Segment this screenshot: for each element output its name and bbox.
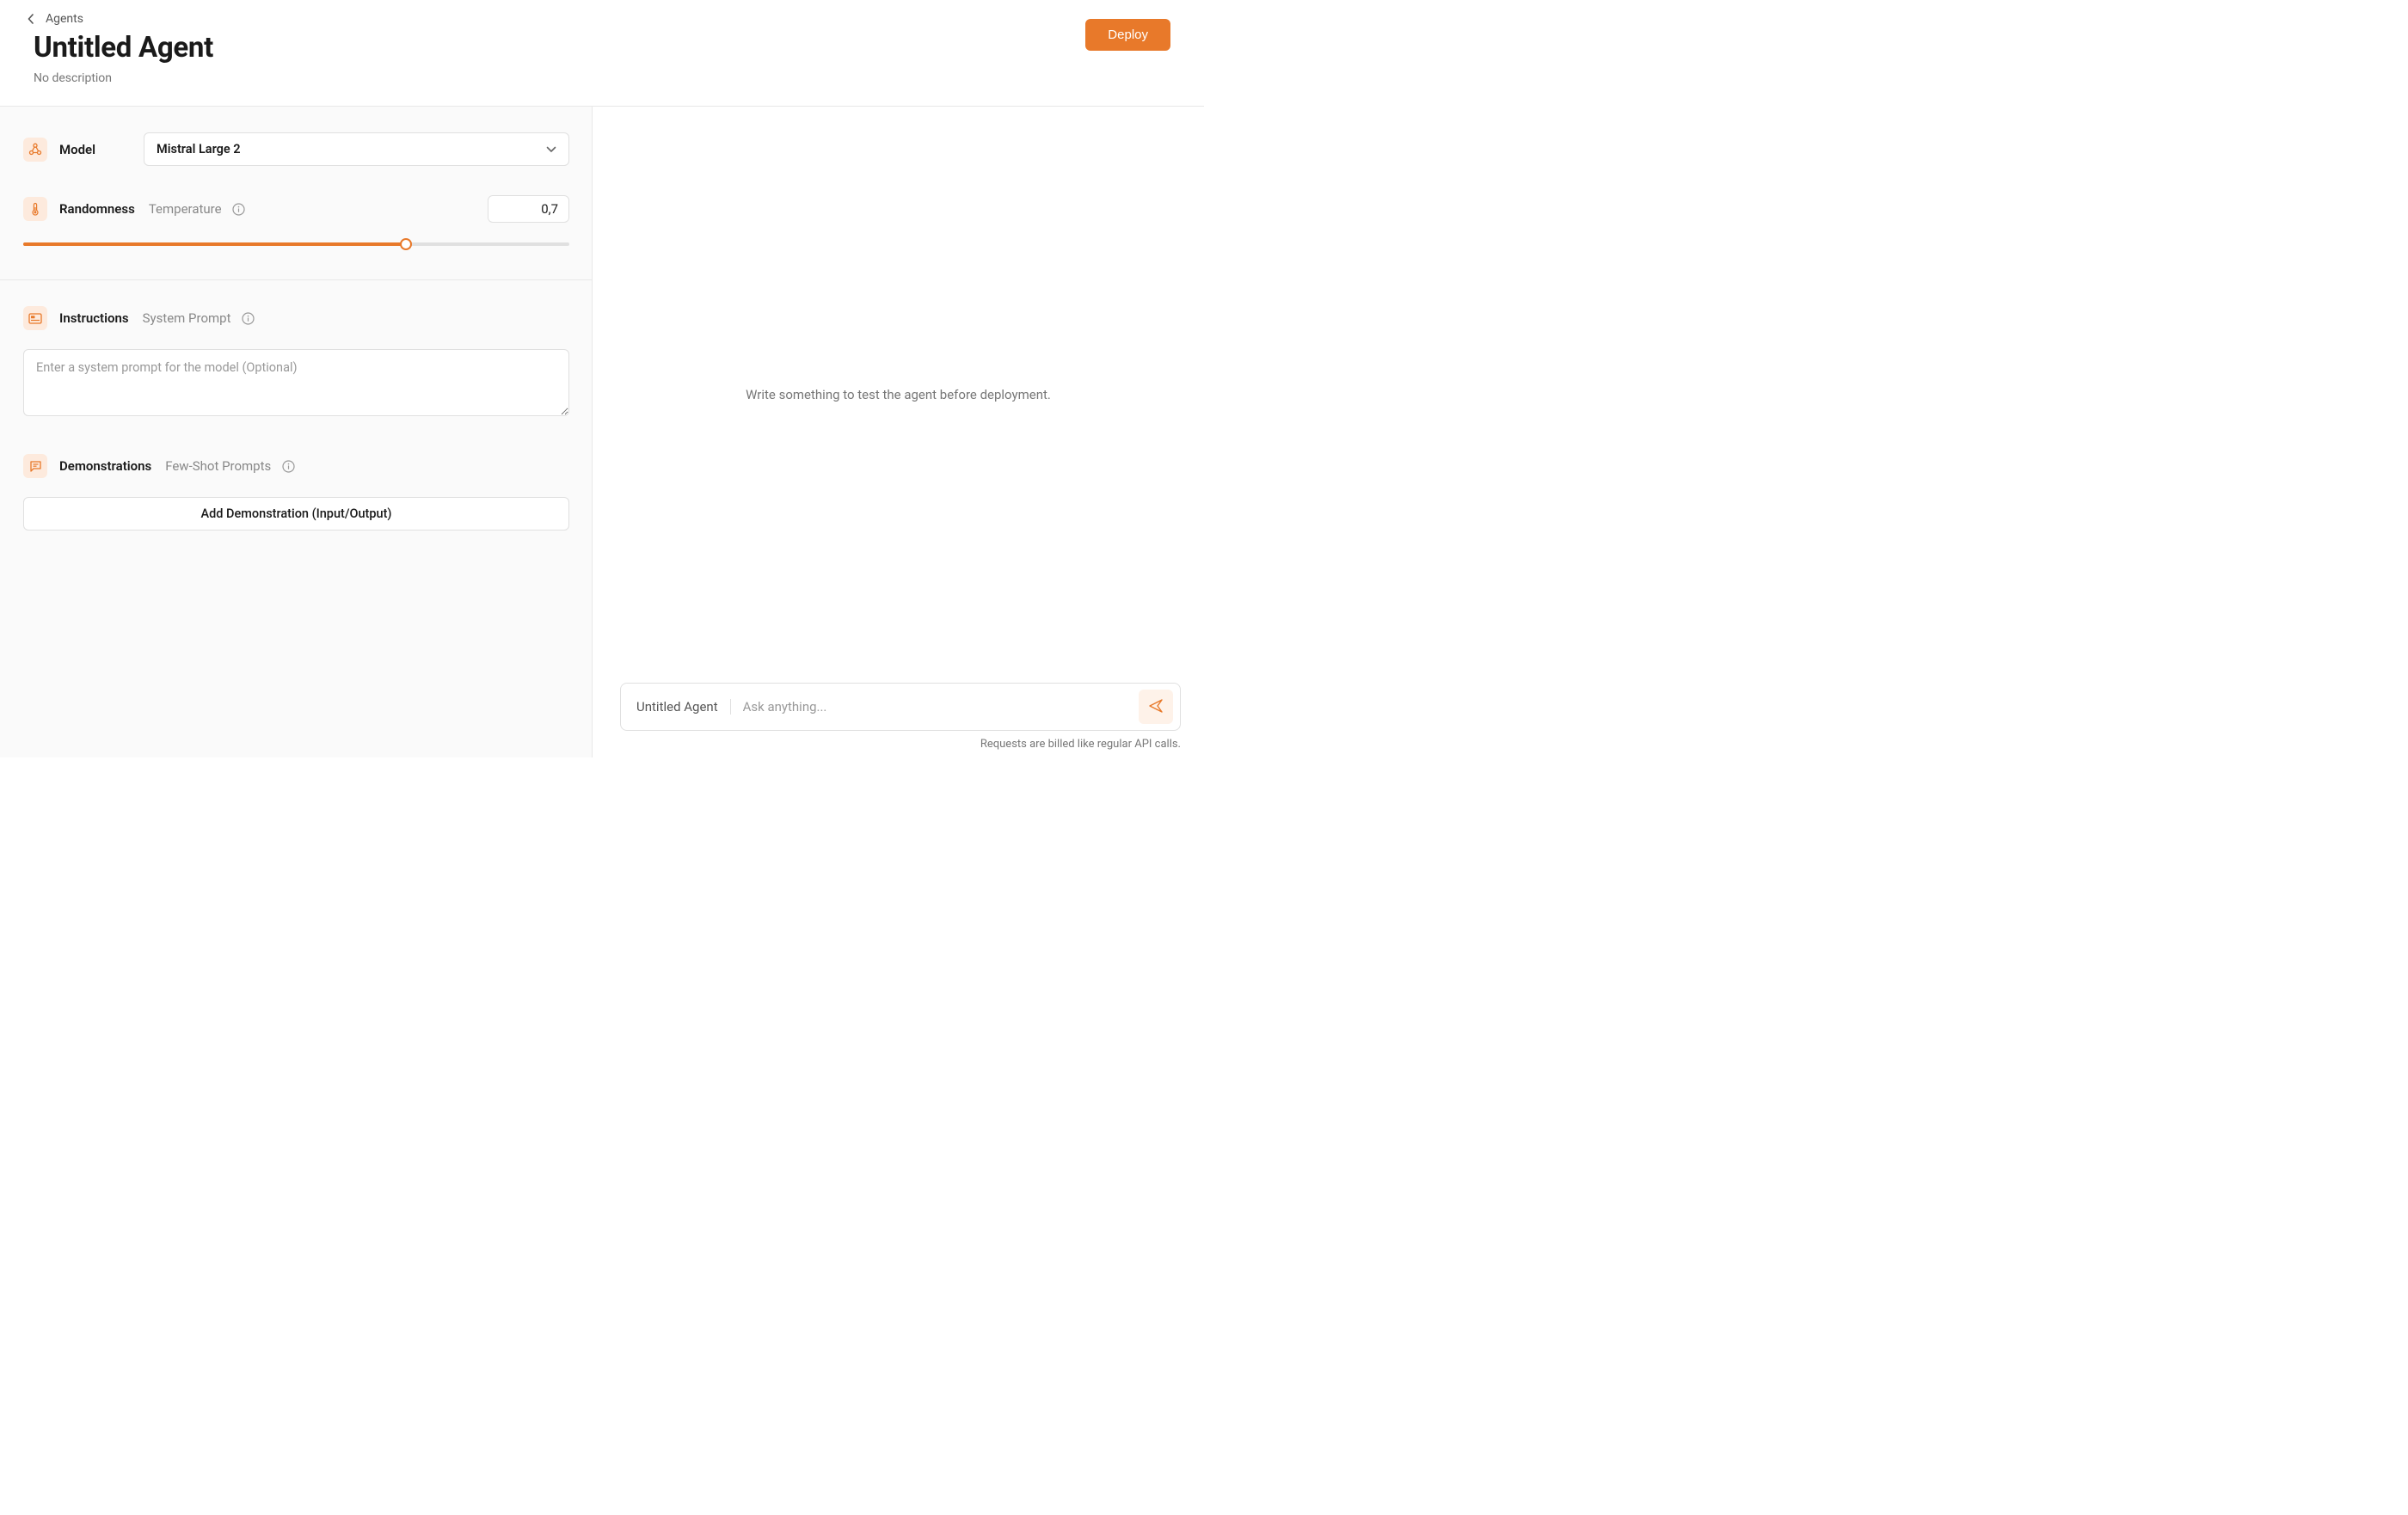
model-icon	[23, 138, 47, 162]
page-subtitle: No description	[34, 71, 213, 85]
instructions-section: Instructions System Prompt	[0, 280, 592, 437]
model-selected-value: Mistral Large 2	[157, 142, 241, 156]
breadcrumb-agents-link[interactable]: Agents	[46, 12, 83, 26]
page-title: Untitled Agent	[34, 31, 213, 64]
thermometer-icon	[23, 197, 47, 221]
model-section: Model Mistral Large 2	[0, 107, 592, 280]
info-icon[interactable]	[232, 202, 246, 216]
temperature-slider[interactable]	[23, 238, 569, 250]
fewshot-sublabel: Few-Shot Prompts	[165, 458, 271, 474]
info-icon[interactable]	[241, 311, 255, 325]
temperature-input[interactable]	[488, 195, 569, 223]
temperature-sublabel: Temperature	[149, 201, 222, 217]
system-prompt-input[interactable]	[23, 349, 569, 416]
slider-thumb[interactable]	[400, 238, 412, 250]
playground-empty-state: Write something to test the agent before…	[593, 107, 1204, 683]
deploy-button[interactable]: Deploy	[1085, 19, 1170, 51]
billing-note: Requests are billed like regular API cal…	[620, 738, 1181, 751]
instructions-label: Instructions	[59, 310, 129, 326]
add-demonstration-button[interactable]: Add Demonstration (Input/Output)	[23, 497, 569, 531]
send-icon	[1148, 698, 1164, 716]
card-icon	[23, 306, 47, 330]
chat-input-container: Untitled Agent	[620, 683, 1181, 731]
chevron-left-icon[interactable]	[25, 13, 37, 25]
breadcrumb: Agents	[25, 12, 1170, 26]
info-icon[interactable]	[281, 459, 295, 473]
page-header: Agents Untitled Agent No description Dep…	[0, 0, 1204, 107]
chevron-down-icon	[546, 142, 556, 156]
model-select[interactable]: Mistral Large 2	[144, 132, 569, 166]
demonstrations-label: Demonstrations	[59, 458, 151, 474]
chat-input[interactable]	[743, 699, 1127, 715]
system-prompt-sublabel: System Prompt	[143, 310, 231, 326]
playground-panel: Write something to test the agent before…	[593, 107, 1204, 758]
model-label: Model	[59, 142, 95, 157]
send-button[interactable]	[1139, 690, 1173, 724]
demonstrations-section: Demonstrations Few-Shot Prompts Add Demo…	[0, 437, 592, 556]
randomness-label: Randomness	[59, 201, 135, 217]
config-panel: Model Mistral Large 2	[0, 107, 593, 758]
chat-agent-name: Untitled Agent	[636, 699, 731, 715]
chat-icon	[23, 454, 47, 478]
